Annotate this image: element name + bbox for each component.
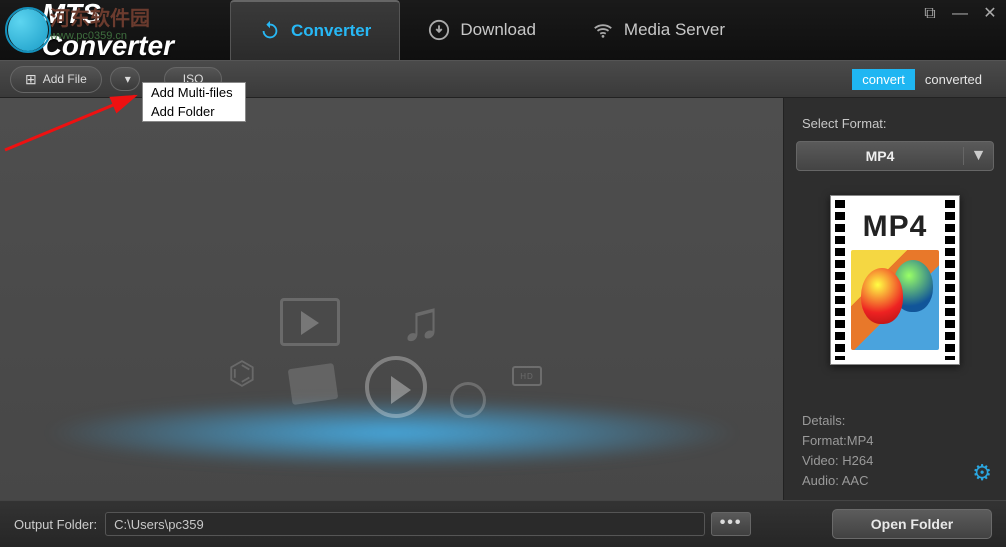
details-header: Details:	[802, 411, 994, 431]
filmstrip-decoration	[945, 200, 955, 360]
details-video: Video: H264	[802, 451, 994, 471]
tab-label: Media Server	[624, 20, 725, 40]
format-selector[interactable]: MP4 ▼	[796, 141, 994, 171]
app-logo: MTS Converter	[0, 0, 230, 62]
tab-converter[interactable]: Converter	[230, 0, 400, 60]
window-controls: ⧉ — ✕	[922, 6, 998, 22]
details-format: Format:MP4	[802, 431, 994, 451]
output-folder-label: Output Folder:	[14, 517, 97, 532]
menu-add-folder[interactable]: Add Folder	[143, 102, 245, 121]
plus-icon: ⊞	[25, 71, 37, 88]
open-folder-button[interactable]: Open Folder	[832, 509, 992, 539]
clapper-icon	[288, 363, 339, 405]
format-details: Details: Format:MP4 Video: H264 Audio: A…	[796, 411, 994, 491]
close-icon[interactable]: ✕	[982, 6, 998, 22]
app-title: MTS Converter	[42, 0, 230, 62]
format-panel: Select Format: MP4 ▼ MP4 Details: Format…	[784, 98, 1006, 500]
format-value: MP4	[797, 148, 963, 164]
tab-media-server[interactable]: Media Server	[564, 0, 753, 60]
tab-convert[interactable]: convert	[852, 69, 915, 90]
tab-label: Converter	[291, 21, 371, 41]
play-icon	[365, 356, 427, 418]
filmstrip-decoration	[835, 200, 845, 360]
browse-button[interactable]: •••	[711, 512, 751, 536]
chevron-down-icon: ▼	[963, 147, 993, 165]
minimize-icon[interactable]: —	[952, 6, 968, 22]
menu-add-multi-files[interactable]: Add Multi-files	[143, 83, 245, 102]
bottom-bar: Output Folder: ••• Open Folder	[0, 500, 1006, 547]
camera-icon: ⌬	[228, 354, 256, 392]
settings-button[interactable]: ⚙	[972, 460, 992, 486]
format-thumbnail: MP4	[830, 195, 960, 365]
add-file-dropdown-toggle[interactable]: ▾	[110, 67, 140, 91]
main-nav: Converter Download Media Server	[230, 0, 753, 60]
details-audio: Audio: AAC	[802, 471, 994, 491]
thumb-image	[851, 250, 939, 350]
output-folder-input[interactable]	[105, 512, 705, 536]
gear-icon: ⚙	[972, 460, 992, 485]
add-file-label: Add File	[43, 72, 87, 86]
chevron-down-icon: ▾	[125, 72, 131, 86]
video-icon	[280, 298, 340, 346]
main-area: ♫ ⌬ HD Select Format: MP4 ▼ MP4 Details:…	[0, 98, 1006, 500]
tab-download[interactable]: Download	[400, 0, 564, 60]
title-bar: 河东软件园 www.pc0359.cn MTS Converter Conver…	[0, 0, 1006, 60]
music-icon: ♫	[400, 288, 442, 353]
tab-label: Download	[460, 20, 536, 40]
add-file-button[interactable]: ⊞ Add File	[10, 66, 102, 93]
download-icon	[428, 19, 450, 41]
thumb-format-label: MP4	[837, 210, 953, 244]
tab-converted[interactable]: converted	[915, 69, 992, 90]
popout-icon[interactable]: ⧉	[922, 6, 938, 22]
hd-icon: HD	[512, 366, 542, 386]
convert-tab-switch: convert converted	[852, 69, 992, 90]
add-file-dropdown: Add Multi-files Add Folder	[142, 82, 246, 122]
select-format-label: Select Format:	[802, 116, 994, 131]
refresh-icon	[259, 20, 281, 42]
logo-icon	[8, 9, 48, 51]
drop-canvas[interactable]: ♫ ⌬ HD	[0, 98, 784, 500]
wifi-icon	[592, 19, 614, 41]
webcam-icon	[450, 382, 486, 418]
